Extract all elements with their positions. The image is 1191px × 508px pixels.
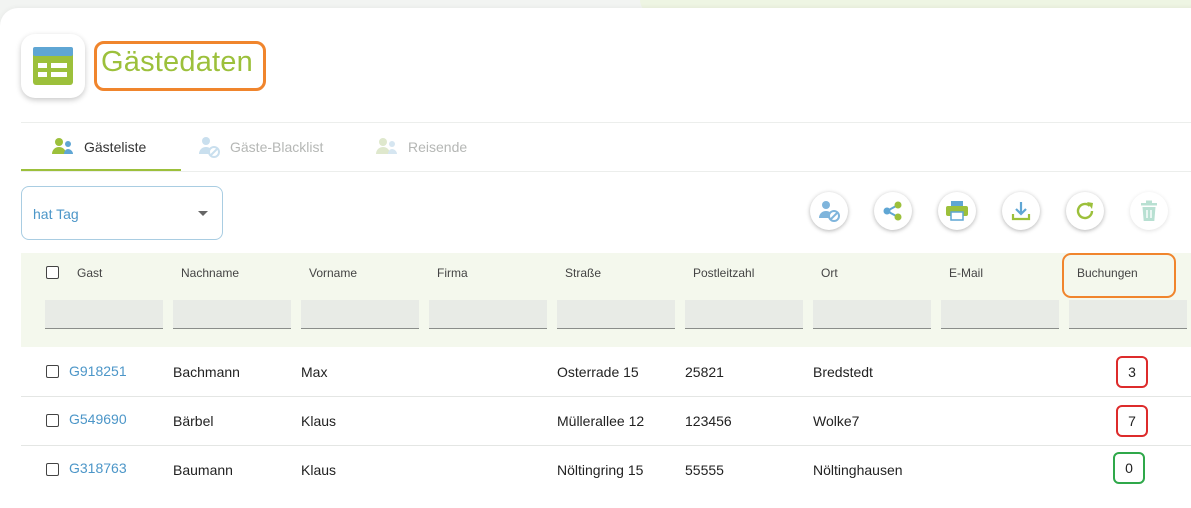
cell-ort: Wolke7 — [813, 413, 860, 429]
row-checkbox[interactable] — [46, 463, 59, 476]
booking-count-badge: 7 — [1116, 405, 1148, 437]
filter-input-buchungen[interactable] — [1069, 300, 1187, 329]
column-header-ort[interactable]: Ort — [821, 266, 838, 280]
tab-gaeste-blacklist-label: Gäste-Blacklist — [230, 139, 324, 155]
column-header-nachname[interactable]: Nachname — [181, 266, 239, 280]
cell-vorname: Klaus — [301, 462, 337, 478]
tab-gaesteliste[interactable]: Gästeliste — [50, 124, 146, 170]
cell-nachname: Baumann — [173, 462, 233, 478]
delete-button[interactable] — [1130, 192, 1168, 230]
cell-ort: Nöltinghausen — [813, 462, 903, 478]
filter-input-email[interactable] — [941, 300, 1059, 329]
tabs-divider-bottom — [21, 171, 1191, 172]
column-header-firma[interactable]: Firma — [437, 266, 468, 280]
filter-input-strasse[interactable] — [557, 300, 675, 329]
filter-input-vorname[interactable] — [301, 300, 419, 329]
cell-postleitzahl: 123456 — [685, 413, 732, 429]
cell-nachname: Bachmann — [173, 364, 240, 380]
booking-count-badge: 3 — [1116, 356, 1148, 388]
cell-vorname: Klaus — [301, 413, 337, 429]
print-icon — [946, 201, 968, 221]
row-checkbox[interactable] — [46, 414, 59, 427]
guest-id-link[interactable]: G318763 — [69, 460, 127, 476]
cell-strasse: Osterrade 15 — [557, 364, 639, 380]
share-icon — [883, 201, 902, 221]
tag-filter-value: hat Tag — [33, 206, 79, 222]
users-icon — [374, 134, 400, 160]
tab-reisende[interactable]: Reisende — [374, 124, 467, 170]
tab-gaesteliste-label: Gästeliste — [84, 139, 147, 155]
cell-strasse: Müllerallee 12 — [557, 413, 645, 429]
cell-vorname: Max — [301, 364, 328, 380]
select-all-checkbox[interactable] — [46, 266, 59, 279]
share-button[interactable] — [874, 192, 912, 230]
column-header-postleitzahl[interactable]: Postleitzahl — [693, 266, 754, 280]
row-divider — [21, 396, 1191, 397]
booking-count-badge: 0 — [1113, 452, 1145, 484]
tab-reisende-label: Reisende — [408, 139, 468, 155]
filter-input-firma[interactable] — [429, 300, 547, 329]
print-button[interactable] — [938, 192, 976, 230]
buchungen-highlight-ring — [1062, 253, 1176, 298]
guest-id-link[interactable]: G549690 — [69, 411, 127, 427]
column-header-email[interactable]: E-Mail — [949, 266, 983, 280]
tab-gaeste-blacklist[interactable]: Gäste-Blacklist — [196, 124, 323, 170]
filter-input-gast[interactable] — [45, 300, 163, 329]
cell-ort: Bredstedt — [813, 364, 873, 380]
tag-filter-select[interactable]: hat Tag — [21, 186, 223, 240]
guest-data-app-icon — [21, 34, 85, 98]
cell-strasse: Nöltingring 15 — [557, 462, 644, 478]
filter-input-ort[interactable] — [813, 300, 931, 329]
download-icon — [1011, 202, 1031, 221]
trash-icon — [1141, 200, 1157, 221]
caret-down-icon — [198, 211, 208, 216]
users-icon — [50, 134, 76, 160]
column-header-gast[interactable]: Gast — [77, 266, 102, 280]
user-block-icon — [196, 134, 222, 160]
cell-postleitzahl: 25821 — [685, 364, 724, 380]
refresh-icon — [1076, 202, 1094, 220]
filter-input-nachname[interactable] — [173, 300, 291, 329]
row-checkbox[interactable] — [46, 365, 59, 378]
column-header-vorname[interactable]: Vorname — [309, 266, 357, 280]
row-divider — [21, 445, 1191, 446]
guest-id-link[interactable]: G918251 — [69, 363, 127, 379]
filter-input-postleitzahl[interactable] — [685, 300, 803, 329]
refresh-button[interactable] — [1066, 192, 1104, 230]
column-header-strasse[interactable]: Straße — [565, 266, 601, 280]
download-button[interactable] — [1002, 192, 1040, 230]
cell-nachname: Bärbel — [173, 413, 214, 429]
title-highlight-ring — [94, 41, 266, 91]
cell-postleitzahl: 55555 — [685, 462, 724, 478]
user-block-icon — [819, 201, 840, 222]
block-guest-button[interactable] — [810, 192, 848, 230]
tabs-divider-top — [21, 122, 1191, 123]
